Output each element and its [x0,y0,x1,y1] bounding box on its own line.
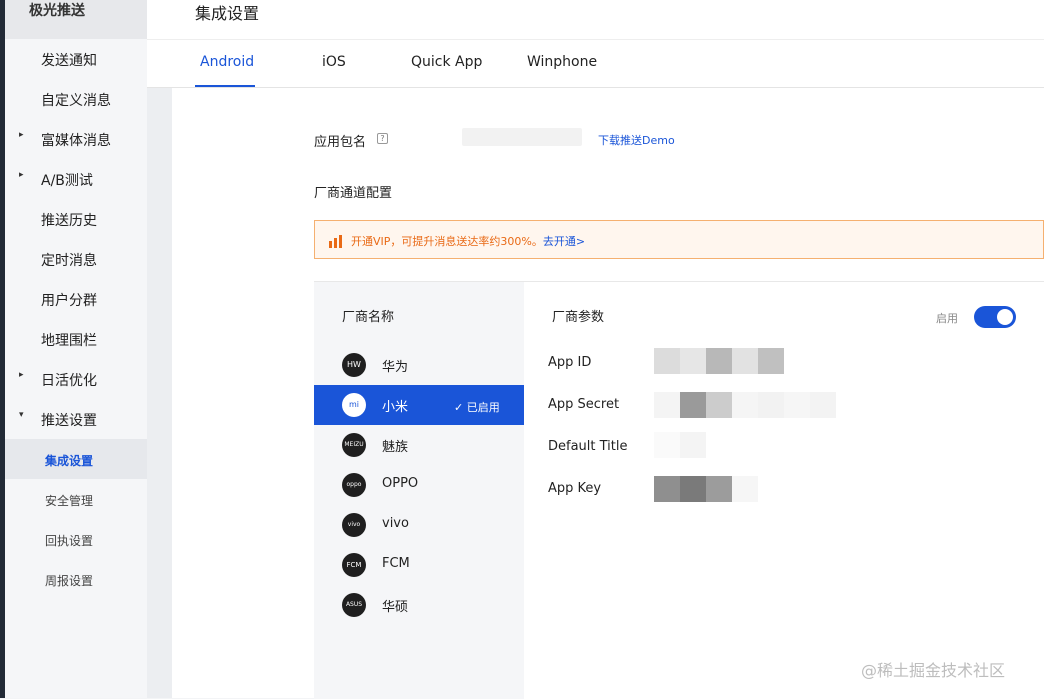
sidebar-subitem-receipt[interactable]: 回执设置 [5,519,147,559]
sidebar-subitem-label: 周报设置 [45,574,94,588]
sidebar-item-geofence[interactable]: 地理围栏 [5,319,147,359]
sidebar-item-dau-optimization[interactable]: ▸ 日活优化 [5,359,147,399]
vendor-config-label: 厂商通道配置 [314,186,393,201]
sidebar-item-custom-message[interactable]: 自定义消息 [5,79,147,119]
page-title: 集成设置 [195,4,260,23]
default-title-value-redacted[interactable] [654,432,706,458]
page-header: 集成设置 [147,0,1044,40]
vendor-params: 厂商参数 启用 App ID App Secret Default Title … [524,282,1044,699]
sidebar-item-label: 自定义消息 [41,93,111,109]
sidebar: 极光推送 发送通知 自定义消息 ▸ 富媒体消息 ▸ A/B测试 推送历史 定时消息 … [5,0,147,698]
default-title-label: Default Title [548,439,628,454]
vendor-item-asus[interactable]: ASUS 华硕 [314,585,524,625]
vivo-logo-icon: vivo [342,513,366,537]
sidebar-item-rich-media[interactable]: ▸ 富媒体消息 [5,119,147,159]
sidebar-subitem-label: 回执设置 [45,534,94,548]
sidebar-item-label: 推送设置 [41,413,97,429]
vendor-name: 魅族 [382,440,409,455]
sidebar-item-label: 用户分群 [41,293,97,309]
upgrade-link[interactable]: 去开通> [543,235,585,248]
asus-logo-icon: ASUS [342,593,366,617]
app-name: 极光推送 [29,3,85,19]
app-id-value-redacted[interactable] [654,348,784,374]
expand-arrow-icon: ▸ [19,170,24,180]
sidebar-subitem-weekly-report[interactable]: 周报设置 [5,559,147,599]
tab-winphone[interactable]: Winphone [527,54,597,70]
meizu-logo-icon: MEIZU [342,433,366,457]
sidebar-item-push-settings[interactable]: ▾ 推送设置 [5,399,147,439]
oppo-logo-icon: oppo [342,473,366,497]
vendor-list-header: 厂商名称 [342,310,395,325]
notice-text: 开通VIP，可提升消息送达率约300%。 [351,235,543,248]
vendor-name: FCM [382,556,410,571]
active-tab-indicator [195,85,255,87]
download-demo-link[interactable]: 下载推送Demo [598,132,675,148]
app-key-label: App Key [548,481,602,496]
help-icon[interactable]: ? [377,133,388,144]
main-content: 应用包名 ? 下载推送Demo 厂商通道配置 开通VIP，可提升消息送达率约30… [172,88,1044,699]
sidebar-item-scheduled[interactable]: 定时消息 [5,239,147,279]
sidebar-subitem-label: 安全管理 [45,494,94,508]
sidebar-item-label: 地理围栏 [41,333,97,349]
sidebar-item-label: 定时消息 [41,253,97,269]
sidebar-item-user-segments[interactable]: 用户分群 [5,279,147,319]
enable-toggle[interactable] [974,306,1016,328]
vendor-name: 华为 [382,360,409,375]
collapse-arrow-icon: ▾ [19,410,24,420]
firebase-logo-icon: FCM [342,553,366,577]
vendor-name: 小米 [382,400,409,415]
sidebar-subitem-label: 集成设置 [45,454,94,468]
vendor-item-huawei[interactable]: HW 华为 [314,345,524,385]
tab-ios[interactable]: iOS [322,54,346,70]
app-secret-label: App Secret [548,397,620,412]
vendor-item-vivo[interactable]: vivo vivo [314,505,524,545]
app-secret-value-redacted[interactable] [654,392,836,418]
vendor-panel: 厂商名称 HW 华为 mi 小米 ✓ 已启用 MEIZU 魅族 oppo OPPO viv… [314,281,1044,699]
sidebar-item-label: 推送历史 [41,213,97,229]
enable-toggle-label: 启用 [936,312,958,325]
vendor-list: 厂商名称 HW 华为 mi 小米 ✓ 已启用 MEIZU 魅族 oppo OPPO viv… [314,282,524,699]
package-name-value-redacted [462,128,582,146]
sidebar-item-send-notification[interactable]: 发送通知 [5,39,147,79]
vendor-item-xiaomi[interactable]: mi 小米 ✓ 已启用 [314,385,524,425]
tab-quick-app[interactable]: Quick App [411,54,482,70]
content-gutter [147,88,172,698]
app-id-label: App ID [548,355,592,370]
sidebar-item-label: 日活优化 [41,373,97,389]
vendor-item-fcm[interactable]: FCM FCM [314,545,524,585]
sidebar-subitem-integration[interactable]: 集成设置 [5,439,147,479]
huawei-logo-icon: HW [342,353,366,377]
platform-tabs: Android iOS Quick App Winphone [147,40,1044,88]
expand-arrow-icon: ▸ [19,130,24,140]
bar-chart-icon [329,235,342,248]
sidebar-subitem-security[interactable]: 安全管理 [5,479,147,519]
app-key-value-redacted[interactable] [654,476,758,502]
vip-notice-banner: 开通VIP，可提升消息送达率约300%。去开通> [314,220,1044,259]
vendor-name: vivo [382,516,409,531]
package-name-label: 应用包名 [314,135,367,150]
vendor-params-header: 厂商参数 [552,310,605,325]
toggle-knob [997,309,1013,325]
sidebar-item-label: 发送通知 [41,53,97,69]
sidebar-item-push-history[interactable]: 推送历史 [5,199,147,239]
sidebar-item-ab-test[interactable]: ▸ A/B测试 [5,159,147,199]
sidebar-app-header: 极光推送 [5,0,147,39]
xiaomi-logo-icon: mi [342,393,366,417]
watermark: @稀土掘金技术社区 [861,661,1006,680]
tab-android[interactable]: Android [200,54,254,70]
vendor-name: 华硕 [382,600,409,615]
enabled-badge: ✓ 已启用 [454,401,500,414]
vendor-item-oppo[interactable]: oppo OPPO [314,465,524,505]
sidebar-item-label: 富媒体消息 [41,133,111,149]
sidebar-item-label: A/B测试 [41,173,93,189]
vendor-name: OPPO [382,476,419,491]
expand-arrow-icon: ▸ [19,370,24,380]
vendor-item-meizu[interactable]: MEIZU 魅族 [314,425,524,465]
